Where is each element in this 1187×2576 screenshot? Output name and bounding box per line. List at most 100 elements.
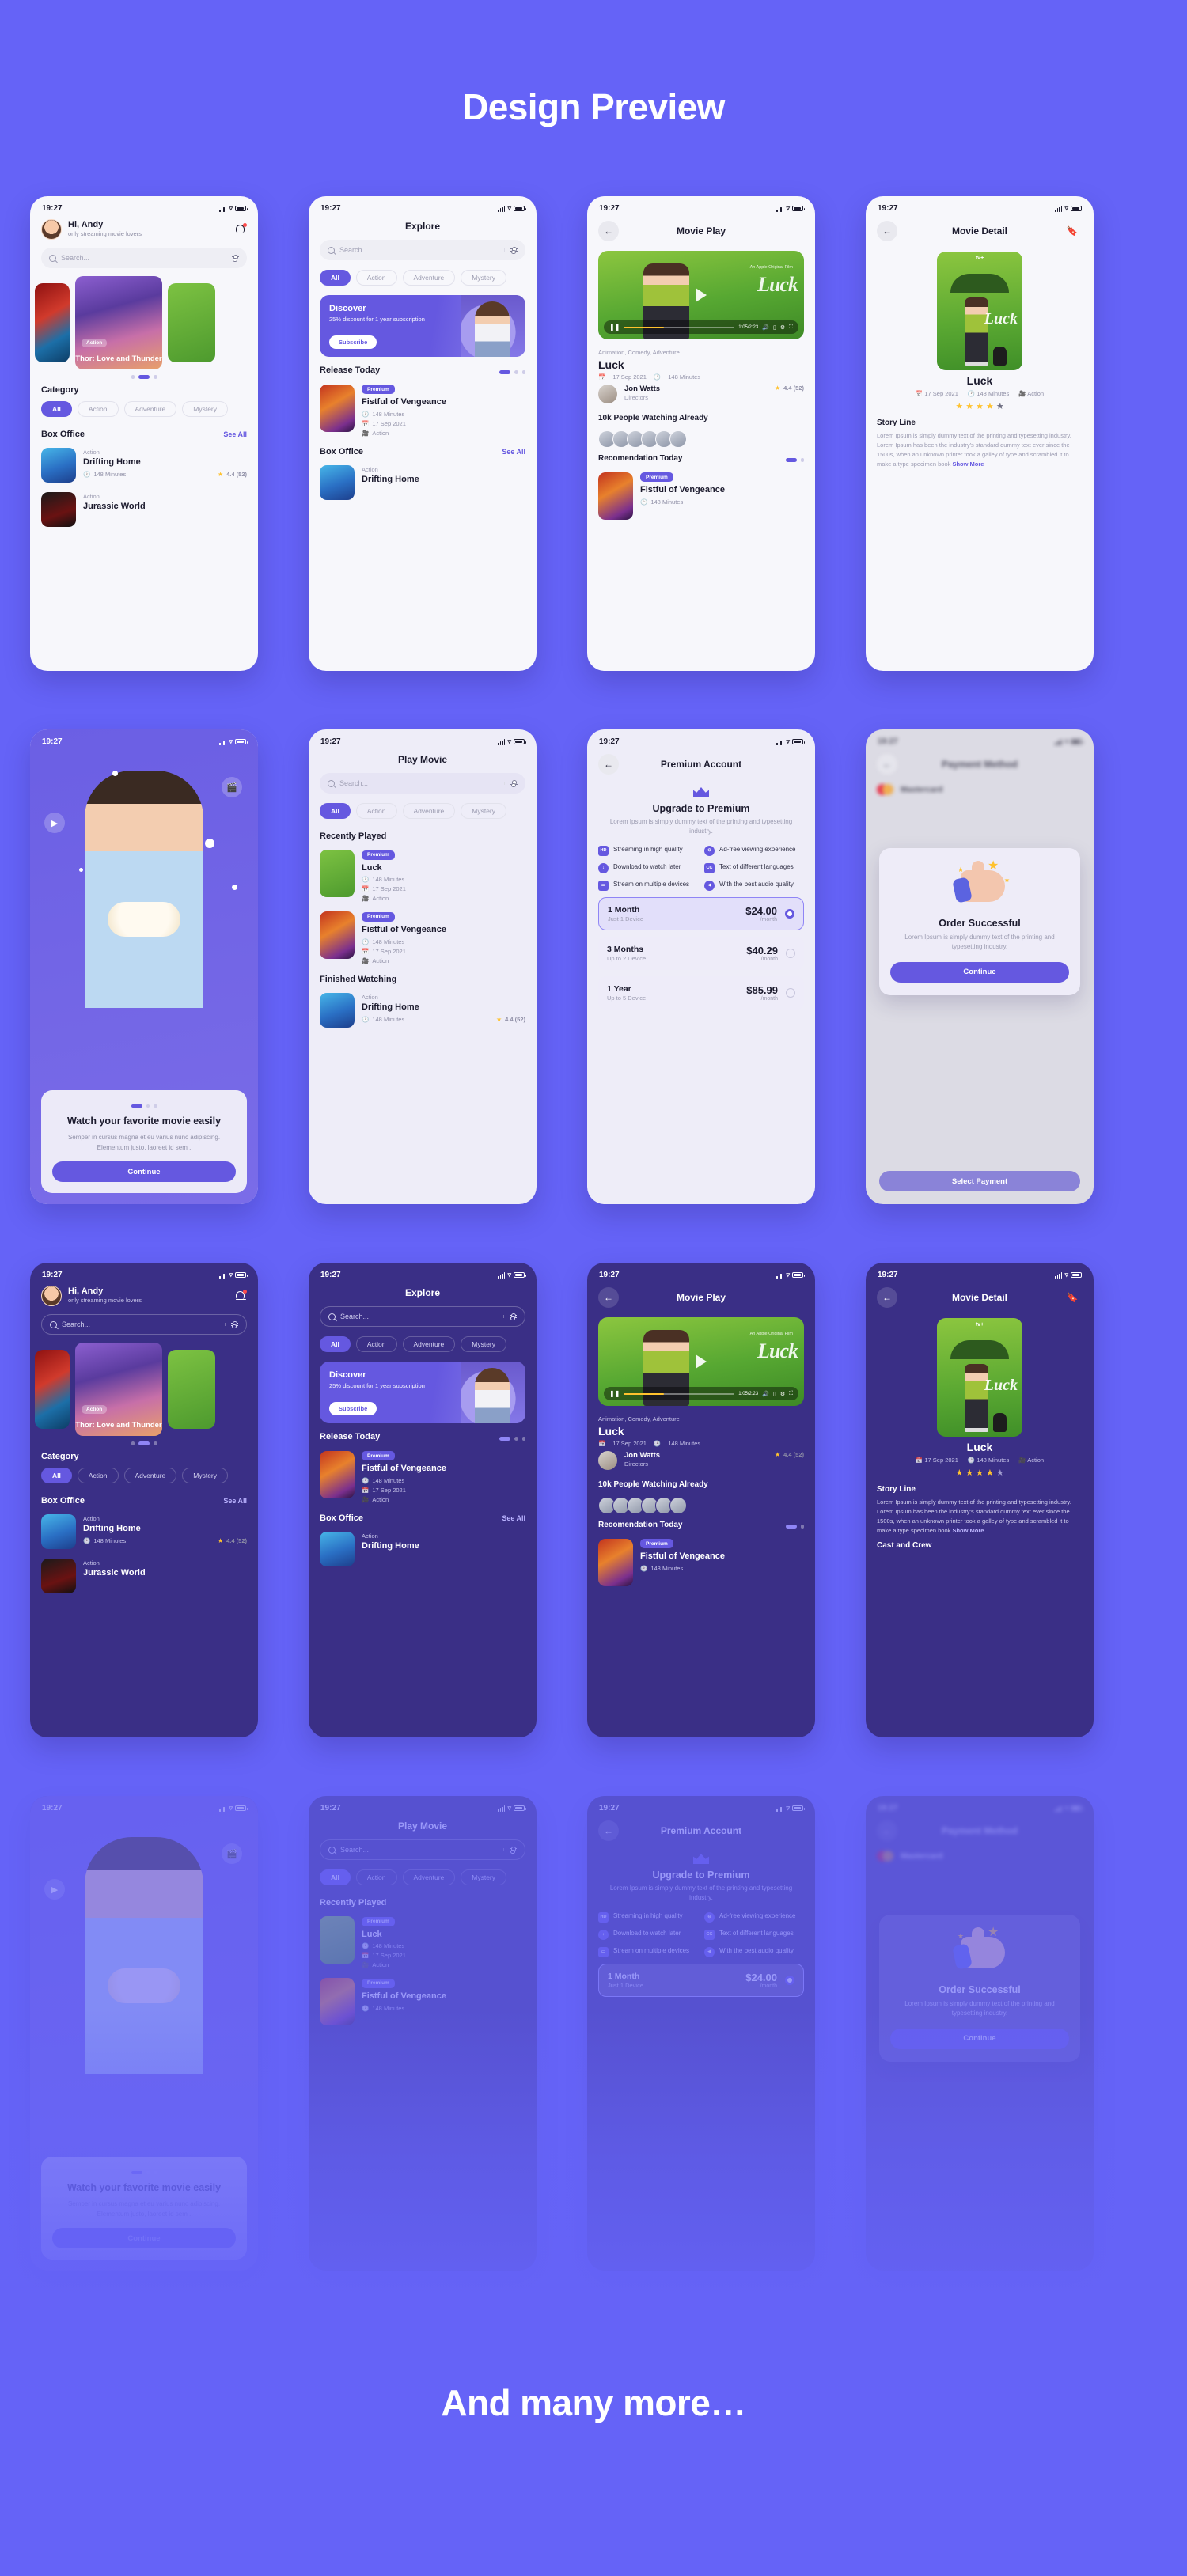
search-input[interactable]: Search... xyxy=(41,248,247,268)
watchers-avatars[interactable] xyxy=(587,1494,815,1515)
search-input[interactable]: Search... xyxy=(320,773,525,794)
select-payment-button[interactable]: Select Payment xyxy=(879,1171,1080,1191)
filter-icon[interactable] xyxy=(503,1313,517,1321)
continue-button[interactable]: Continue xyxy=(890,2028,1069,2049)
movie-list-item[interactable]: Action Drifting Home xyxy=(309,1528,537,1572)
avatar[interactable] xyxy=(41,219,62,240)
onboarding-dots[interactable] xyxy=(52,2165,236,2176)
featured-carousel[interactable]: Action Thor: Love and Thunder xyxy=(30,1343,258,1436)
continue-button[interactable]: Continue xyxy=(890,961,1069,983)
movie-ticket-icon[interactable]: 🎬 xyxy=(222,1843,242,1864)
chip-action[interactable]: Action xyxy=(77,1467,119,1483)
screen-explore-dark[interactable]: 19:27 ▿ Explore Search... All Action Adv… xyxy=(309,1263,537,1737)
screen-home[interactable]: 19:27 ▿ Hi, Andy only streaming movie lo… xyxy=(30,196,258,671)
pause-icon[interactable]: ❚❚ xyxy=(609,324,620,331)
recommendation-dots[interactable] xyxy=(785,1519,804,1530)
progress-bar[interactable] xyxy=(624,326,735,328)
movie-ticket-icon[interactable]: 🎬 xyxy=(222,777,242,797)
see-all-link[interactable]: See All xyxy=(223,430,247,438)
plan-radio[interactable] xyxy=(786,988,795,998)
settings-gear-icon[interactable]: ⚙ xyxy=(780,1391,785,1397)
captions-icon[interactable]: ▯ xyxy=(773,1391,776,1397)
fullscreen-icon[interactable]: ⛶ xyxy=(789,324,793,331)
movie-list-item[interactable]: Premium Fistful of Vengeance 🕑 148 Minute… xyxy=(309,381,537,442)
search-input[interactable]: Search... xyxy=(320,1306,525,1327)
chip-all[interactable]: All xyxy=(41,400,72,417)
recommendation-dots[interactable] xyxy=(785,453,804,464)
video-controls[interactable]: ❚❚ 1:05/2:23 🔊 ▯ ⚙ ⛶ xyxy=(604,1387,798,1400)
plan-radio-selected[interactable] xyxy=(785,909,794,919)
carousel-dots[interactable] xyxy=(30,1436,258,1447)
back-button[interactable]: ← xyxy=(877,1287,897,1308)
play-button[interactable] xyxy=(696,288,707,302)
plan-option[interactable]: 1 Year Up to 5 Device $85.99/month xyxy=(598,976,804,1010)
carousel-poster-right[interactable] xyxy=(168,1350,215,1429)
screen-order-success[interactable]: 19:27 ▿ ← Payment Method Mastercard ★ ★ … xyxy=(866,729,1094,1204)
notification-bell-icon[interactable] xyxy=(234,1290,247,1302)
progress-bar[interactable] xyxy=(624,1392,735,1395)
back-button[interactable]: ← xyxy=(598,754,619,775)
bookmark-icon[interactable]: 🔖 xyxy=(1062,1292,1083,1303)
filter-icon[interactable] xyxy=(504,780,518,788)
screen-movie-detail[interactable]: 19:27 ▿ ← Movie Detail 🔖 tv+ Luck Luck 📅… xyxy=(866,196,1094,671)
captions-icon[interactable]: ▯ xyxy=(773,324,776,331)
carousel-poster-right[interactable] xyxy=(168,283,215,362)
movie-list-item[interactable]: Premium Fistful of Vengeance 🕑 148 Minute… xyxy=(309,907,537,969)
fullscreen-icon[interactable]: ⛶ xyxy=(789,1391,793,1397)
carousel-poster-main[interactable]: Action Thor: Love and Thunder xyxy=(75,276,162,369)
plan-option[interactable]: 3 Months Up to 2 Device $40.29/month xyxy=(598,937,804,970)
chip-mystery[interactable]: Mystery xyxy=(461,1869,506,1885)
category-chips[interactable]: All Action Adventure Mystery xyxy=(309,801,537,827)
chip-action[interactable]: Action xyxy=(355,270,397,286)
screen-premium-account[interactable]: 19:27 ▿ ← Premium Account Upgrade to Pre… xyxy=(587,729,815,1204)
settings-gear-icon[interactable]: ⚙ xyxy=(780,324,785,331)
back-button[interactable]: ← xyxy=(877,754,897,775)
chip-adventure[interactable]: Adventure xyxy=(402,803,456,819)
pause-icon[interactable]: ❚❚ xyxy=(609,1390,620,1397)
search-input[interactable]: Search... xyxy=(320,1839,525,1860)
screen-movie-play-dark[interactable]: 19:27 ▿ ← Movie Play An Apple Original F… xyxy=(587,1263,815,1737)
movie-poster[interactable]: tv+ Luck xyxy=(937,1318,1022,1437)
screen-onboarding[interactable]: 19:27 ▿ 🎬 ▶ Watch your favorite movie ea… xyxy=(30,729,258,1204)
movie-list-item[interactable]: Premium Luck 🕑 148 Minutes 📅 17 Sep 2021 🎥… xyxy=(309,1912,537,1974)
video-player[interactable]: An Apple Original Film Luck ❚❚ 1:05/2:23… xyxy=(598,1317,804,1406)
volume-icon[interactable]: 🔊 xyxy=(762,1391,769,1397)
carousel-poster-main[interactable]: Action Thor: Love and Thunder xyxy=(75,1343,162,1436)
bookmark-icon[interactable]: 🔖 xyxy=(1062,225,1083,237)
continue-button[interactable]: Continue xyxy=(52,2228,236,2248)
payment-card-row[interactable]: Mastercard xyxy=(866,781,1094,798)
play-circle-icon[interactable]: ▶ xyxy=(44,813,65,833)
release-dots[interactable] xyxy=(499,1431,525,1442)
see-all-link[interactable]: See All xyxy=(502,1514,525,1522)
rating-stars[interactable]: ★ ★ ★ ★ ★ xyxy=(866,401,1094,411)
chip-adventure[interactable]: Adventure xyxy=(123,1467,177,1483)
movie-list-item[interactable]: Action Jurassic World xyxy=(30,488,258,532)
show-more-link[interactable]: Show More xyxy=(952,1527,984,1534)
category-chips[interactable]: All Action Adventure Mystery xyxy=(309,268,537,294)
subscribe-button[interactable]: Subscribe xyxy=(329,1402,377,1415)
movie-list-item[interactable]: Premium Fistful of Vengeance 🕑 148 Minute… xyxy=(309,1447,537,1509)
subscribe-button[interactable]: Subscribe xyxy=(329,335,377,349)
filter-icon[interactable] xyxy=(226,255,239,263)
carousel-dots[interactable] xyxy=(30,369,258,381)
watchers-avatars[interactable] xyxy=(587,427,815,449)
chip-adventure[interactable]: Adventure xyxy=(123,400,177,417)
plan-option[interactable]: 1 Month Just 1 Device $24.00/month xyxy=(598,1964,804,1997)
movie-list-item[interactable]: Premium Fistful of Vengeance 🕑 148 Minute… xyxy=(309,1974,537,2031)
search-input[interactable]: Search... xyxy=(41,1314,247,1335)
carousel-poster-left[interactable] xyxy=(35,1350,70,1429)
filter-icon[interactable] xyxy=(504,247,518,255)
chip-all[interactable]: All xyxy=(320,1869,351,1885)
category-chips[interactable]: All Action Adventure Mystery xyxy=(30,400,258,425)
chip-all[interactable]: All xyxy=(320,270,351,286)
movie-list-item[interactable]: Premium Fistful of Vengeance 🕑 148 Minute… xyxy=(587,1535,815,1592)
screen-play-movie[interactable]: 19:27 ▿ Play Movie Search... All Action xyxy=(309,729,537,1204)
back-button[interactable]: ← xyxy=(598,221,619,241)
screen-order-success-faded[interactable]: 19:27 ▿ ← Payment Method Mastercard ★ ★ … xyxy=(866,1796,1094,2271)
chip-mystery[interactable]: Mystery xyxy=(461,1336,506,1352)
back-button[interactable]: ← xyxy=(877,1820,897,1841)
screen-onboarding-faded[interactable]: 19:27 ▿ 🎬 ▶ Watch your favorite movie ea… xyxy=(30,1796,258,2271)
video-player[interactable]: An Apple Original Film Luck ❚❚ 1:05/2:23… xyxy=(598,251,804,339)
chip-all[interactable]: All xyxy=(320,1336,351,1352)
chip-all[interactable]: All xyxy=(320,803,351,819)
